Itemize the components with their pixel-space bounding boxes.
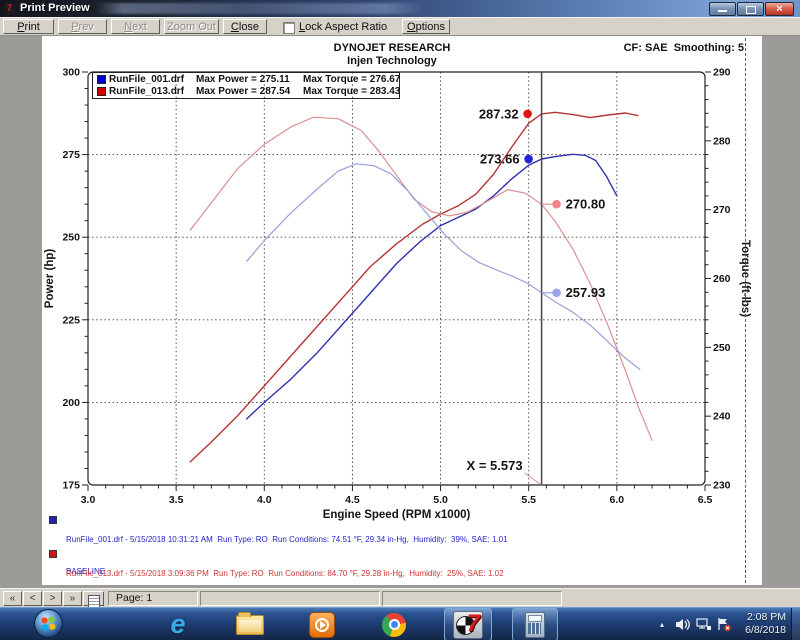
close-button[interactable]: × [765, 2, 794, 16]
taskbar-item-dyno-software[interactable]: 7 [444, 608, 492, 640]
preview-page: text{font-family:"Liberation Sans",sans-… [42, 36, 762, 585]
svg-text:260: 260 [713, 273, 731, 285]
volume-icon[interactable] [674, 617, 690, 632]
svg-text:3.5: 3.5 [169, 494, 184, 506]
svg-text:X = 5.573: X = 5.573 [467, 458, 523, 473]
dyno-app-icon: 7 [453, 611, 483, 639]
svg-text:6.5: 6.5 [698, 494, 713, 506]
options-button[interactable]: Options [402, 19, 450, 34]
status-panel [200, 591, 380, 606]
status-panel [382, 591, 562, 606]
legend-max-power: Max Power = 287.54 [196, 86, 293, 97]
lock-aspect-ratio-checkbox[interactable] [283, 22, 295, 34]
svg-text:225: 225 [62, 314, 80, 326]
prev-page-button[interactable]: < [23, 591, 42, 606]
svg-text:240: 240 [713, 411, 731, 423]
show-desktop-button[interactable] [791, 608, 800, 640]
note-swatch-blue [49, 516, 57, 524]
note-swatch-red [49, 550, 57, 558]
svg-text:250: 250 [713, 342, 731, 354]
prev-button[interactable]: Prev [58, 19, 107, 34]
legend-row: RunFile_013.drf Max Power = 287.54 Max T… [97, 85, 399, 97]
zoom-out-button[interactable]: Zoom Out [164, 19, 219, 34]
start-button[interactable] [34, 609, 63, 638]
background-window-title-ghost [96, 3, 426, 14]
svg-text:175: 175 [62, 480, 80, 492]
app-icon[interactable]: 7 [4, 3, 15, 14]
legend-row: RunFile_001.drf Max Power = 275.11 Max T… [97, 73, 399, 85]
internet-explorer-icon: e [170, 611, 185, 638]
taskbar: e 7 ▴ 2:08 PM 6/8/2018 [0, 607, 800, 640]
svg-text:300: 300 [62, 67, 80, 79]
svg-text:6.0: 6.0 [610, 494, 625, 506]
page-number-panel: Page: 1 [108, 591, 198, 606]
taskbar-item-internet-explorer[interactable]: e [156, 608, 200, 640]
svg-text:270: 270 [713, 204, 731, 216]
svg-text:230: 230 [713, 480, 731, 492]
legend-max-power: Max Power = 275.11 [196, 74, 293, 85]
window-titlebar: 7 Print Preview × [0, 0, 800, 17]
svg-text:250: 250 [62, 232, 80, 244]
calculator-icon [525, 612, 545, 638]
svg-text:273.66: 273.66 [480, 152, 520, 167]
print-margin-guide [745, 38, 746, 583]
svg-text:290: 290 [713, 67, 731, 79]
svg-text:287.32: 287.32 [479, 106, 519, 121]
screen: 7 Print Preview × Print Prev Next Zoom O… [0, 0, 800, 640]
preview-area: text{font-family:"Liberation Sans",sans-… [0, 36, 800, 588]
svg-text:5.5: 5.5 [521, 494, 536, 506]
chrome-icon [382, 613, 406, 637]
taskbar-item-media-player[interactable] [300, 608, 344, 640]
maximize-button[interactable] [737, 2, 764, 16]
chart-subtitle: Injen Technology [42, 55, 742, 67]
minimize-icon [718, 10, 727, 12]
minimize-button[interactable] [709, 2, 736, 16]
taskbar-item-windows-explorer[interactable] [228, 608, 272, 640]
svg-text:Power (hp): Power (hp) [44, 249, 56, 309]
taskbar-item-chrome[interactable] [372, 608, 416, 640]
media-player-icon [309, 612, 335, 638]
print-preview-toolbar: Print Prev Next Zoom Out Close Lock Aspe… [0, 17, 800, 36]
clock-date: 6/8/2018 [726, 624, 786, 637]
note-conditions: RunFile_001.drf - 5/15/2018 10:31:21 AM … [66, 535, 508, 546]
svg-text:280: 280 [713, 135, 731, 147]
svg-text:3.0: 3.0 [81, 494, 96, 506]
svg-text:4.5: 4.5 [345, 494, 360, 506]
clock-time: 2:08 PM [726, 611, 786, 624]
svg-text:275: 275 [62, 149, 80, 161]
note-conditions: RunFile_013.drf - 5/15/2018 3:09:36 PM R… [66, 569, 504, 580]
next-page-button[interactable]: > [43, 591, 62, 606]
legend-max-torque: Max Torque = 276.67 [303, 74, 400, 85]
graph-cursor[interactable] [581, 108, 587, 521]
legend-file-name: RunFile_001.drf [109, 74, 196, 85]
network-icon[interactable] [696, 617, 712, 632]
print-button[interactable]: Print [3, 19, 54, 34]
windows-flag-icon [41, 616, 56, 631]
last-page-button[interactable]: » [63, 591, 82, 606]
taskbar-item-calculator[interactable] [512, 608, 558, 640]
folder-icon [236, 615, 264, 635]
page-setup-button[interactable] [83, 591, 104, 606]
dyno-chart: text{font-family:"Liberation Sans",sans-… [42, 36, 762, 585]
legend-max-torque: Max Torque = 283.43 [303, 86, 400, 97]
first-page-button[interactable]: « [3, 591, 22, 606]
chart-legend: RunFile_001.drf Max Power = 275.11 Max T… [92, 72, 400, 99]
next-button[interactable]: Next [111, 19, 160, 34]
legend-swatch-blue [97, 75, 106, 84]
svg-text:200: 200 [62, 397, 80, 409]
lock-aspect-ratio-label: Lock Aspect Ratio [299, 20, 387, 34]
legend-swatch-red [97, 87, 106, 96]
taskbar-clock[interactable]: 2:08 PM 6/8/2018 [726, 611, 786, 637]
legend-file-name: RunFile_013.drf [109, 86, 196, 97]
show-hidden-icons-chevron[interactable]: ▴ [654, 617, 670, 632]
correction-smoothing-note: CF: SAE Smoothing: 5 [624, 42, 744, 54]
svg-text:4.0: 4.0 [257, 494, 272, 506]
svg-text:5.0: 5.0 [433, 494, 448, 506]
close-preview-button[interactable]: Close [223, 19, 267, 34]
statusbar: « < > » Page: 1 [0, 588, 800, 607]
window-title: Print Preview [20, 2, 90, 14]
maximize-icon [746, 6, 756, 14]
